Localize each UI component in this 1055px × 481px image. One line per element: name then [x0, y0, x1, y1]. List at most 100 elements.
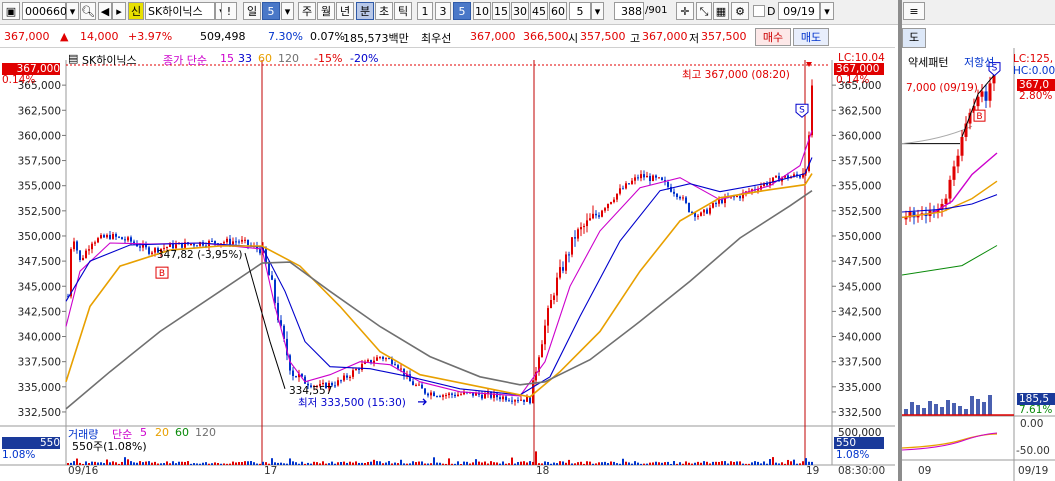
volume-bar [736, 461, 738, 465]
y-tick-label-left: 347,500 [18, 256, 61, 268]
y-tick-label-left: 352,500 [18, 206, 61, 218]
env-minus20-legend: -20% [350, 52, 379, 65]
stock-code-input[interactable]: 000660 [22, 2, 67, 20]
interval-15-button[interactable]: 15 [492, 2, 510, 20]
volume-bar [103, 463, 105, 465]
crosshair-icon[interactable]: ✛ [676, 2, 694, 20]
interval-3-button[interactable]: 3 [435, 2, 451, 20]
interval-10-button[interactable]: 10 [473, 2, 491, 20]
candle-body [559, 267, 561, 278]
interval-45-button[interactable]: 45 [530, 2, 548, 20]
left-volume-box: 550 [2, 437, 60, 449]
page-input[interactable]: 388 [614, 2, 644, 20]
period-num-field[interactable]: 5 [262, 2, 280, 20]
side-tab-weak-pattern[interactable]: 약세패턴 [908, 54, 948, 70]
period-day-button[interactable]: 일 [243, 2, 261, 20]
arrow-icon[interactable]: ▸ [112, 2, 126, 20]
side-volume-bar [928, 401, 932, 415]
date-dropdown-icon[interactable]: ▾ [820, 2, 834, 20]
volume-bar [208, 463, 210, 465]
y-tick-label-right: 360,000 [838, 130, 881, 142]
period-tick-button[interactable]: 틱 [394, 2, 412, 20]
volume-bar [280, 462, 282, 465]
volume-bar [157, 463, 159, 465]
candle-body [517, 400, 519, 402]
d-checkbox[interactable] [753, 5, 765, 17]
period-minute-button[interactable]: 분 [356, 2, 374, 20]
candle-body [562, 267, 564, 271]
open-label: 시 [568, 32, 579, 45]
volume-bar [448, 458, 450, 465]
volume-bar [169, 463, 171, 465]
volume-bar [706, 461, 708, 465]
candle-body [211, 240, 213, 242]
chart-bg [0, 50, 895, 470]
code-dropdown-icon[interactable]: ▾ [66, 2, 79, 20]
volume-bar [403, 463, 405, 465]
speaker-icon[interactable]: ◀ [98, 2, 112, 20]
sell-button[interactable]: 매도 [793, 28, 829, 46]
period-second-button[interactable]: 초 [375, 2, 393, 20]
interval-60-button[interactable]: 60 [549, 2, 567, 20]
price-summary-row: 367,000 ▲ 14,000 +3.97% 509,498 7.30% 0.… [0, 27, 895, 48]
side-chart[interactable]: 350,00325,00300,00275,00250,00225,00200,… [902, 48, 1055, 481]
price-chart[interactable]: 365,000365,000362,500362,500360,000360,0… [0, 50, 895, 470]
period-dropdown-icon[interactable]: ▾ [281, 2, 294, 20]
candle-body [523, 399, 525, 402]
tool-icon[interactable]: ⤡ [696, 2, 712, 20]
volume-bar [697, 461, 699, 465]
high-price: 367,000 [642, 30, 688, 43]
volume-bar [202, 462, 204, 465]
gear-icon[interactable]: ⚙ [731, 2, 749, 20]
volume-bar [334, 463, 336, 465]
candle-body [151, 252, 153, 254]
volume-bar [625, 461, 627, 465]
volume-bar [355, 461, 357, 465]
stock-name-field[interactable]: SK하이닉스 [145, 2, 215, 20]
period-week-button[interactable]: 주 [298, 2, 316, 20]
side-tab-button[interactable]: 도 [902, 28, 926, 48]
candle-body [112, 234, 114, 239]
side-panel: 350,00325,00300,00275,00250,00225,00200,… [902, 48, 1055, 481]
side-volume-bar [988, 395, 992, 415]
volume-bar [505, 463, 507, 465]
buy-button[interactable]: 매수 [755, 28, 791, 46]
search-icon[interactable]: 🔍︎ [80, 2, 96, 20]
chart-icon: ▤ [68, 52, 79, 65]
y-tick-label-right: 355,000 [838, 181, 881, 193]
volume-bar [511, 457, 513, 465]
alert-button[interactable]: ! [221, 2, 237, 20]
candle-body [361, 363, 363, 370]
candle-body [502, 396, 504, 400]
candle-body [436, 396, 438, 398]
candle-body [739, 196, 741, 199]
side-menu-icon[interactable]: ≡ [903, 2, 925, 20]
period-month-button[interactable]: 월 [317, 2, 335, 20]
interval-1-button[interactable]: 1 [417, 2, 433, 20]
candle-body [661, 177, 663, 181]
picture-icon[interactable]: ▦ [713, 2, 729, 20]
turnover-pct: 7.30% [268, 30, 303, 43]
y-tick-label-right: 362,500 [838, 105, 881, 117]
interval-input[interactable]: 5 [569, 2, 591, 20]
interval-5-button[interactable]: 5 [453, 2, 471, 20]
interval-dropdown-icon[interactable]: ▾ [591, 2, 604, 20]
drop-annotation: 347,82 (-3,95%) [157, 249, 243, 261]
volume-bar [124, 457, 126, 465]
window-icon[interactable]: ▣ [2, 2, 20, 20]
volume-bar [430, 463, 432, 465]
side-tab-resistance[interactable]: 저항선 [964, 54, 994, 70]
volume-bar [607, 463, 609, 465]
interval-30-button[interactable]: 30 [511, 2, 529, 20]
trade-amount: 185,573백만 [343, 32, 409, 45]
volume-bar [739, 461, 741, 465]
candle-body [625, 183, 627, 189]
candle-body [94, 242, 96, 244]
volume-bar [502, 461, 504, 465]
date-input[interactable]: 09/19 [778, 2, 820, 20]
volume-bar [793, 459, 795, 465]
period-year-button[interactable]: 년 [336, 2, 354, 20]
candle-body [346, 375, 348, 378]
volume-bar [592, 463, 594, 465]
page-total: /901 [645, 5, 668, 16]
